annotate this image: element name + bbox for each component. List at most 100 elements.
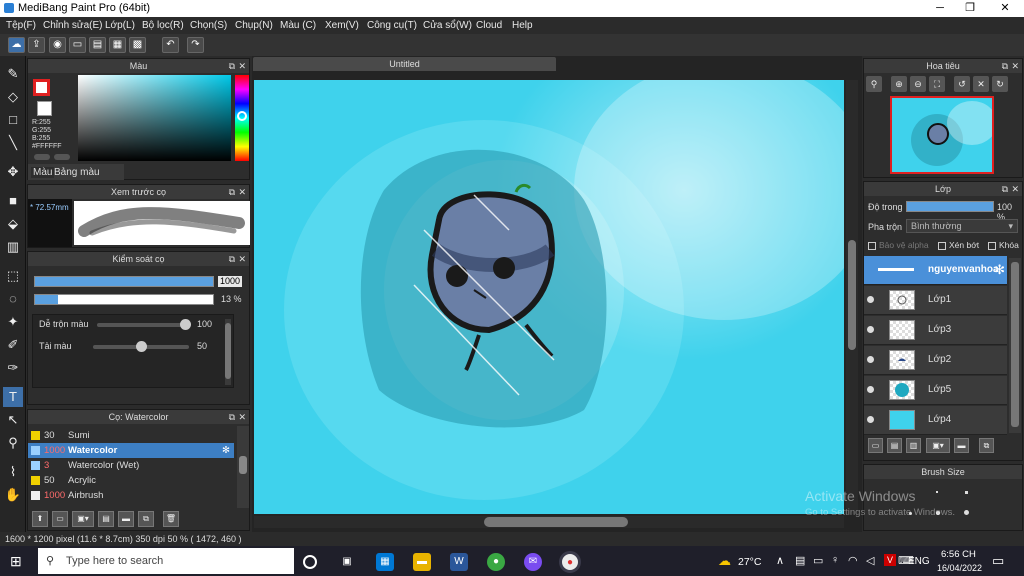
close-panel-icon[interactable]: ✕ (238, 185, 246, 199)
close-panel-icon[interactable]: ✕ (1011, 59, 1019, 73)
canvas-hscroll-thumb[interactable] (484, 517, 628, 527)
fill-rect-tool-icon[interactable]: ■ (3, 191, 23, 211)
menu-capture[interactable]: Chụp(N) (235, 20, 273, 31)
visibility-icon[interactable] (867, 386, 874, 393)
size-dot[interactable] (965, 491, 968, 494)
folder-icon[interactable]: ▬ (118, 511, 134, 527)
brush-list-item[interactable]: 3 Watercolor (Wet) (28, 458, 234, 473)
brush-list-item[interactable]: 50 Acrylic (28, 473, 234, 488)
menu-cloud[interactable]: Cloud (476, 20, 502, 31)
mic-icon[interactable]: ♀ (831, 554, 839, 566)
visibility-icon[interactable] (867, 326, 874, 333)
operation-tool-icon[interactable]: ↖ (3, 410, 23, 430)
brush-list-item[interactable]: 1000 Airbrush (28, 488, 234, 503)
menu-file[interactable]: Tệp(F) (6, 20, 36, 31)
brush-settings-icon[interactable]: ▤ (98, 511, 114, 527)
layer-item[interactable]: nguyenvanhoa ✻ (864, 256, 1007, 285)
brush-size-bar[interactable] (34, 276, 214, 287)
zoom-icon[interactable]: ⚲ (866, 76, 882, 92)
network-icon[interactable]: ▤ (795, 554, 805, 567)
add-brush-icon[interactable]: ⬆ (32, 511, 48, 527)
file-explorer-icon[interactable]: ▬ (413, 553, 431, 571)
brush-opacity-bar[interactable] (34, 294, 214, 305)
layer-item[interactable]: Lớp1 (864, 286, 1007, 315)
lasso-tool-icon[interactable]: ◌ (3, 289, 23, 309)
gear-icon[interactable]: ✻ (994, 262, 1005, 278)
tab-palette[interactable]: Bảng màu (54, 167, 100, 178)
windows-start-icon[interactable]: ⊞ (10, 553, 26, 569)
menu-window[interactable]: Cửa sổ(W) (423, 20, 472, 31)
menu-help[interactable]: Help (512, 20, 533, 31)
close-panel-icon[interactable]: ✕ (1011, 182, 1019, 196)
app-green-icon[interactable]: ● (487, 553, 505, 571)
grid-icon[interactable]: ▦ (109, 37, 126, 53)
tray-chevron-icon[interactable]: ∧ (776, 554, 784, 567)
close-panel-icon[interactable]: ✕ (238, 252, 246, 266)
clock-date[interactable]: 16/04/2022 (937, 563, 982, 573)
clipping-checkbox[interactable] (938, 241, 946, 250)
close-panel-icon[interactable]: ✕ (238, 59, 246, 73)
hand-tool-icon[interactable]: ✋ (3, 485, 23, 505)
magic-wand-tool-icon[interactable]: ✦ (3, 312, 23, 332)
bucket-tool-icon[interactable]: ⬙ (3, 214, 23, 234)
foreground-color-swatch[interactable] (33, 79, 50, 96)
layers-scroll-thumb[interactable] (1011, 262, 1019, 427)
blend-slider[interactable] (97, 323, 189, 327)
new-layer-2-icon[interactable]: ▤ (887, 438, 902, 453)
select-pen-tool-icon[interactable]: ✐ (3, 335, 23, 355)
menu-filter[interactable]: Bộ lọc(R) (142, 20, 184, 31)
cloud-icon[interactable]: ☁ (8, 37, 25, 53)
popout-icon[interactable]: ⧉ (229, 59, 235, 73)
lock-checkbox[interactable] (988, 241, 996, 250)
layer-item[interactable]: Lớp3 (864, 316, 1007, 345)
language-indicator[interactable]: ENG (908, 556, 930, 567)
hue-knob[interactable] (237, 111, 247, 121)
close-button[interactable]: ✕ (990, 0, 1020, 17)
menu-view[interactable]: Xem(V) (325, 20, 359, 31)
color-picker-square[interactable] (78, 75, 231, 161)
duplicate-brush-icon[interactable]: ⧉ (138, 511, 154, 527)
alpha-protect-checkbox[interactable] (868, 241, 876, 250)
comment-icon[interactable]: ◉ (49, 37, 66, 53)
reload-knob[interactable] (136, 341, 147, 352)
messenger-icon[interactable]: ✉ (524, 553, 542, 571)
rotate-left-icon[interactable]: ↺ (954, 76, 970, 92)
visibility-icon[interactable] (867, 296, 874, 303)
navigator-thumbnail[interactable] (890, 96, 997, 174)
color-mode-button-2[interactable] (54, 154, 70, 160)
layer-item[interactable]: Lớp4 (864, 406, 1007, 435)
minimize-button[interactable]: ─ (925, 0, 955, 17)
brush-list-item[interactable]: 30 Sumi (28, 428, 234, 443)
menu-select[interactable]: Chọn(S) (190, 20, 227, 31)
blend-knob[interactable] (180, 319, 191, 330)
select-rect-tool-icon[interactable]: ⬚ (3, 266, 23, 286)
popout-icon[interactable]: ⧉ (229, 185, 235, 199)
settings-scroll-thumb[interactable] (225, 323, 231, 379)
battery-icon[interactable]: ▭ (813, 554, 823, 567)
tab-color[interactable]: Màu (31, 167, 55, 178)
notifications-icon[interactable]: ▭ (992, 553, 1004, 569)
menu-edit[interactable]: Chỉnh sửa(E) (43, 20, 103, 31)
size-dot[interactable] (936, 491, 938, 493)
gradient-tool-icon[interactable]: ▥ (3, 237, 23, 257)
word-icon[interactable]: W (450, 553, 468, 571)
undo-icon[interactable]: ↶ (162, 37, 179, 53)
menu-color[interactable]: Màu (C) (280, 20, 316, 31)
redo-icon[interactable]: ↷ (187, 37, 204, 53)
clock-time[interactable]: 6:56 CH (941, 549, 976, 560)
layer-opacity-bar[interactable] (906, 201, 994, 212)
alpha-protect-option[interactable]: Bảo vệ alpha (868, 240, 929, 250)
new-brush-icon[interactable]: ▭ (52, 511, 68, 527)
dropper-tool-icon[interactable]: ⌇ (3, 462, 23, 482)
layer-folder-icon[interactable]: ▬ (954, 438, 969, 453)
weather-icon[interactable]: ☁ (718, 553, 731, 569)
move-tool-icon[interactable]: ✥ (3, 162, 23, 182)
popout-icon[interactable]: ⧉ (229, 410, 235, 424)
document-tab[interactable]: Untitled (253, 57, 556, 71)
maximize-button[interactable]: ❐ (955, 0, 985, 17)
zoom-out-icon[interactable]: ⊖ (910, 76, 926, 92)
menu-layer[interactable]: Lớp(L) (105, 20, 135, 31)
popout-icon[interactable]: ⧉ (1002, 182, 1008, 196)
share-icon[interactable]: ⇪ (28, 37, 45, 53)
new-layer-3-icon[interactable]: ▥ (906, 438, 921, 453)
